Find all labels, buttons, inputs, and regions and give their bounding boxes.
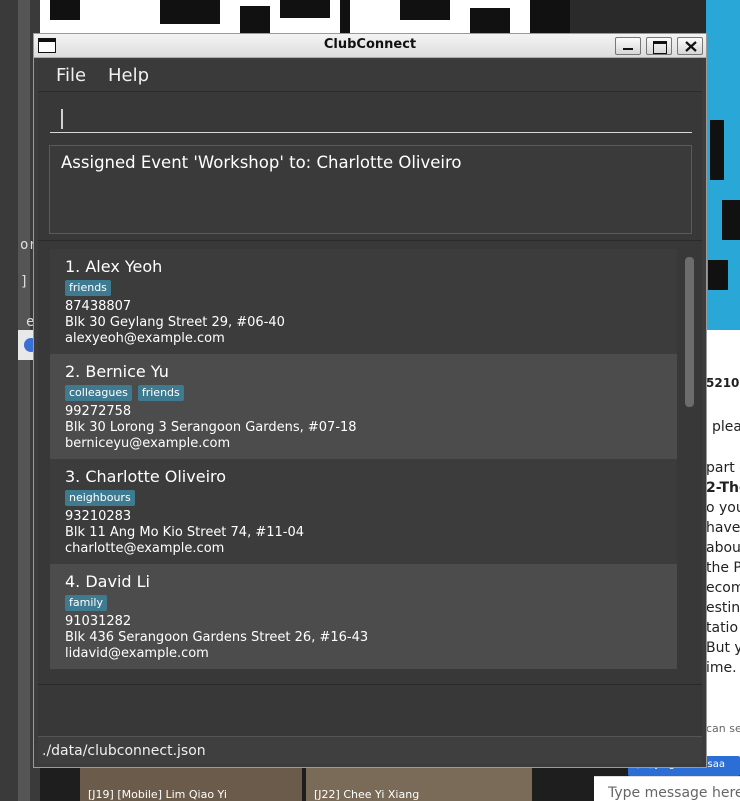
text-caret	[61, 109, 63, 129]
command-input[interactable]	[50, 98, 692, 132]
person-email: berniceyu@example.com	[65, 436, 231, 451]
person-tags: friends	[65, 280, 111, 296]
background-video-label: [J22] Chee Yi Xiang	[314, 788, 420, 801]
person-address: Blk 436 Serangoon Gardens Street 26, #16…	[65, 630, 369, 645]
person-email: lidavid@example.com	[65, 646, 209, 661]
background-scroll-strip	[18, 0, 30, 801]
background-chat-text: 52103	[706, 376, 740, 390]
main-content: Assigned Event 'Workshop' to: Charlotte …	[38, 92, 702, 764]
tag-badge: family	[65, 595, 107, 611]
person-list[interactable]: 1. Alex Yeoh friends 87438807 Blk 30 Gey…	[44, 244, 694, 682]
tag-badge: friends	[65, 280, 111, 296]
person-name: 1. Alex Yeoh	[65, 257, 163, 276]
result-display[interactable]: Assigned Event 'Workshop' to: Charlotte …	[49, 145, 692, 234]
person-card[interactable]: 1. Alex Yeoh friends 87438807 Blk 30 Gey…	[50, 249, 677, 354]
background-video-label: [J19] [Mobile] Lim Qiao Yi	[88, 788, 227, 801]
person-tags: neighbours	[65, 490, 135, 506]
background-chat-text: the Pl	[706, 560, 740, 576]
maximize-button[interactable]	[646, 37, 672, 55]
tag-badge: neighbours	[65, 490, 135, 506]
result-message: Assigned Event 'Workshop' to: Charlotte …	[61, 153, 462, 172]
background-chat-text: plea	[712, 419, 740, 435]
background-chat-text: esting	[706, 600, 740, 616]
menu-help[interactable]: Help	[104, 65, 153, 86]
person-email: alexyeoh@example.com	[65, 331, 225, 346]
list-scrollbar[interactable]	[684, 253, 694, 673]
close-button[interactable]	[677, 37, 703, 55]
background-chat-text: 2-The	[706, 480, 740, 496]
person-address: Blk 30 Geylang Street 29, #06-40	[65, 315, 285, 330]
person-name: 4. David Li	[65, 572, 150, 591]
title-bar[interactable]: ClubConnect	[34, 34, 706, 58]
background-glyph: ]	[20, 274, 29, 290]
app-window: ClubConnect File Help Assigned Event 'Wo…	[33, 33, 707, 768]
person-phone: 87438807	[65, 299, 132, 314]
divider	[38, 240, 702, 241]
tag-badge: friends	[137, 385, 184, 401]
minimize-button[interactable]	[615, 37, 641, 55]
person-address: Blk 30 Lorong 3 Serangoon Gardens, #07-1…	[65, 420, 357, 435]
status-bar: ./data/clubconnect.json	[38, 736, 702, 764]
data-file-path: ./data/clubconnect.json	[42, 743, 206, 759]
person-card[interactable]: 4. David Li family 91031282 Blk 436 Sera…	[50, 564, 677, 669]
person-name: 2. Bernice Yu	[65, 362, 169, 381]
background-poster	[706, 0, 740, 330]
background-chat-text: part c	[706, 460, 740, 476]
person-phone: 99272758	[65, 404, 132, 419]
window-title: ClubConnect	[323, 37, 417, 52]
person-address: Blk 11 Ang Mo Kio Street 74, #11-04	[65, 525, 305, 540]
person-tags: family	[65, 595, 107, 611]
background-chat-text: o you	[706, 500, 740, 516]
background-chat-text: abou	[706, 540, 740, 556]
person-email: charlotte@example.com	[65, 541, 225, 556]
person-phone: 93210283	[65, 509, 132, 524]
background-chat-text: ime.	[706, 660, 737, 676]
tag-badge: colleagues	[65, 385, 132, 401]
bottom-panel	[38, 686, 702, 736]
background-video-thumb: [J19] [Mobile] Lim Qiao Yi	[80, 766, 302, 801]
command-box[interactable]	[50, 98, 692, 133]
scrollbar-thumb[interactable]	[685, 257, 694, 407]
close-icon	[685, 41, 697, 52]
person-tags: colleagues friends	[65, 385, 184, 401]
menu-bar: File Help	[38, 60, 702, 92]
background-video-thumb: [J22] Chee Yi Xiang	[306, 766, 532, 801]
background-chat-text: But yo	[706, 640, 740, 656]
divider	[38, 684, 702, 685]
background-chat-input: Type message here.	[594, 776, 740, 801]
background-chat-text: can se	[706, 722, 740, 735]
person-card[interactable]: 2. Bernice Yu colleagues friends 9927275…	[50, 354, 677, 459]
background-chat-text: ecom	[706, 580, 740, 596]
person-card[interactable]: 3. Charlotte Oliveiro neighbours 9321028…	[50, 459, 677, 564]
background-qr-image	[40, 0, 570, 36]
background-chat-text: have	[706, 520, 740, 536]
person-phone: 91031282	[65, 614, 132, 629]
menu-file[interactable]: File	[52, 65, 90, 86]
person-name: 3. Charlotte Oliveiro	[65, 467, 227, 486]
background-chat-text: tatio	[706, 620, 739, 636]
